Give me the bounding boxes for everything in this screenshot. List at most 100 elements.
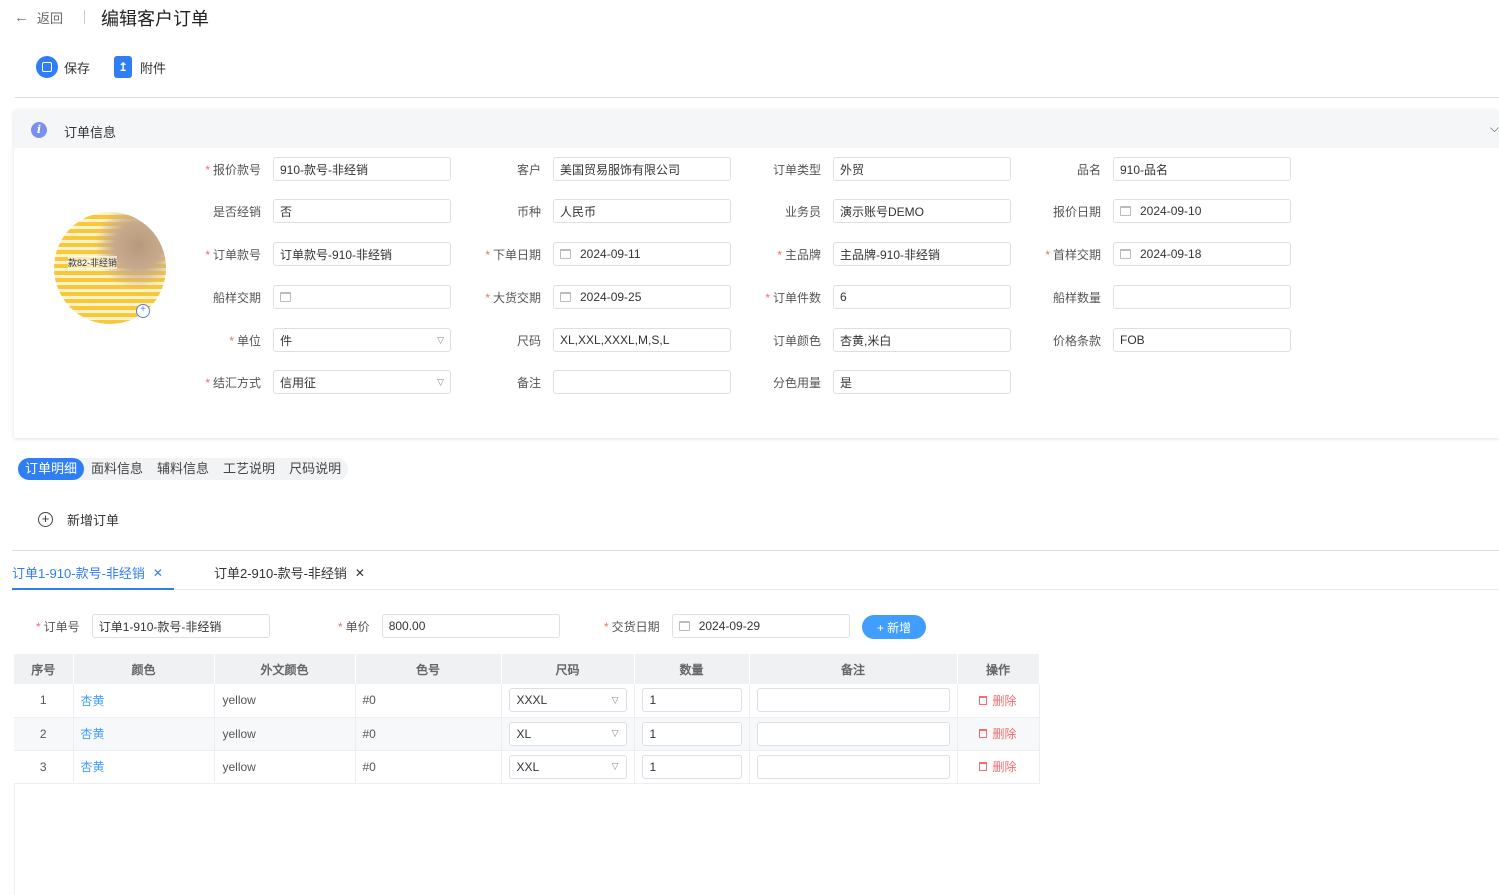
divider xyxy=(15,97,1499,98)
order-info-title: 订单信息 xyxy=(64,125,117,140)
product-name-input[interactable]: 910-品名 xyxy=(1113,157,1291,181)
field-price-terms: 价格条款 FOB xyxy=(1041,328,1291,352)
qty-input[interactable]: 1 xyxy=(641,721,742,746)
delivery-date-picker[interactable]: 2024-09-29 xyxy=(671,614,850,638)
unit-select[interactable]: 件 ▽ xyxy=(273,328,451,352)
order-qty-input[interactable]: 6 xyxy=(833,285,1011,309)
field-main-brand: * 主品牌 主品牌-910-非经销 xyxy=(761,242,1011,266)
product-image-label: 款82-非经销 xyxy=(68,256,118,269)
field-first-sample-date: * 首样交期 2024-09-18 xyxy=(1041,242,1291,266)
order-color-input[interactable]: 杏黄,米白 xyxy=(833,328,1011,352)
customer-input[interactable]: 美国贸易服饰有限公司 xyxy=(553,157,731,181)
color-link[interactable]: 杏黄 xyxy=(73,684,215,718)
calendar-icon xyxy=(280,292,291,302)
size-select[interactable]: XL ▽ xyxy=(508,721,627,746)
active-tab-indicator xyxy=(12,588,174,590)
bulk-date-picker[interactable]: 2024-09-25 xyxy=(553,285,731,309)
ship-sample-qty-input[interactable] xyxy=(1113,285,1291,309)
col-header-color: 颜色 xyxy=(73,654,215,684)
field-currency: 币种 人民币 xyxy=(481,199,731,223)
order-info-header[interactable]: i 订单信息 ⌵ xyxy=(14,110,1499,148)
tab-fabric-info[interactable]: 面料信息 xyxy=(84,458,150,480)
first-sample-date-picker[interactable]: 2024-09-18 xyxy=(1113,242,1291,266)
qty-input[interactable]: 1 xyxy=(641,754,742,779)
field-delivery-date: * 交货日期 2024-09-29 xyxy=(604,614,850,638)
currency-input[interactable]: 人民币 xyxy=(553,199,731,223)
col-header-qty: 数量 xyxy=(634,654,750,684)
toolbar: 保存 ↥ 附件 xyxy=(36,56,190,78)
section-tabs: 订单明细 面料信息 辅料信息 工艺说明 尺码说明 xyxy=(18,458,349,480)
ship-sample-date-picker[interactable] xyxy=(273,285,451,309)
price-terms-input[interactable]: FOB xyxy=(1113,328,1291,352)
color-link[interactable]: 杏黄 xyxy=(73,717,215,751)
tab-accessory-info[interactable]: 辅料信息 xyxy=(150,458,216,480)
field-quote-style: * 报价款号 910-款号-非经销 xyxy=(201,157,451,181)
field-bulk-date: * 大货交期 2024-09-25 xyxy=(481,285,731,309)
chevron-down-icon: ▽ xyxy=(611,761,619,771)
delete-button[interactable]: 删除 xyxy=(965,758,1032,775)
size-input[interactable]: XL,XXL,XXXL,M,S,L xyxy=(553,328,731,352)
col-header-no: 序号 xyxy=(14,654,74,684)
delete-button[interactable]: 删除 xyxy=(965,692,1032,709)
field-quote-date: 报价日期 2024-09-10 xyxy=(1041,199,1291,223)
remark-input[interactable] xyxy=(756,754,950,779)
unit-price-input[interactable]: 800.00 xyxy=(381,614,560,638)
quote-style-input[interactable]: 910-款号-非经销 xyxy=(273,157,451,181)
order-tab-1[interactable]: 订单1-910-款号-非经销 ✕ xyxy=(12,563,163,582)
field-order-qty: * 订单件数 6 xyxy=(761,285,1011,309)
table-row: 2 杏黄 yellow #0 XL ▽ 1 删除 xyxy=(14,717,1040,751)
attachment-label: 附件 xyxy=(140,60,167,76)
chevron-down-icon: ▽ xyxy=(611,728,619,738)
field-order-style: * 订单款号 订单款号-910-非经销 xyxy=(201,242,451,266)
qty-input[interactable]: 1 xyxy=(641,688,742,713)
table-border xyxy=(14,784,15,895)
field-is-distribution: 是否经销 否 xyxy=(201,199,451,223)
calendar-icon xyxy=(560,292,571,302)
close-icon[interactable]: ✕ xyxy=(153,566,163,580)
field-ship-sample-date: 船样交期 xyxy=(201,285,451,309)
size-select[interactable]: XXXL ▽ xyxy=(508,688,627,713)
delete-button[interactable]: 删除 xyxy=(965,725,1032,742)
order-style-input[interactable]: 订单款号-910-非经销 xyxy=(273,242,451,266)
trash-icon xyxy=(979,695,988,705)
add-row-button[interactable]: + 新增 xyxy=(862,615,926,639)
size-select[interactable]: XXL ▽ xyxy=(508,754,627,779)
back-button[interactable]: ← 返回 xyxy=(14,8,63,27)
remark-input[interactable] xyxy=(553,370,731,394)
back-label: 返回 xyxy=(37,11,64,26)
chevron-down-icon: ▽ xyxy=(611,694,619,705)
remark-input[interactable] xyxy=(756,721,950,746)
field-order-color: 订单颜色 杏黄,米白 xyxy=(761,328,1011,352)
header-divider xyxy=(84,10,85,24)
order-tab-2[interactable]: 订单2-910-款号-非经销 ✕ xyxy=(214,563,365,582)
attachment-button[interactable]: ↥ 附件 xyxy=(114,56,166,78)
field-salesman: 业务员 演示账号DEMO xyxy=(761,199,1011,223)
chevron-down-icon[interactable]: ⌵ xyxy=(1490,121,1499,136)
order-type-input[interactable]: 外贸 xyxy=(833,157,1011,181)
tab-underline xyxy=(12,589,1499,590)
close-icon[interactable]: ✕ xyxy=(355,566,365,580)
main-brand-input[interactable]: 主品牌-910-非经销 xyxy=(833,242,1011,266)
col-header-foreign-color: 外文颜色 xyxy=(214,654,356,684)
order-no-input[interactable]: 订单1-910-款号-非经销 xyxy=(91,614,270,638)
color-link[interactable]: 杏黄 xyxy=(73,750,215,784)
save-button[interactable]: 保存 xyxy=(36,56,90,78)
remark-input[interactable] xyxy=(756,688,950,713)
add-order-button[interactable]: + 新增订单 xyxy=(38,510,119,529)
tab-order-details[interactable]: 订单明细 xyxy=(18,458,85,480)
chevron-down-icon: ▽ xyxy=(437,376,444,387)
calendar-icon xyxy=(1120,206,1131,216)
order-date-picker[interactable]: 2024-09-11 xyxy=(553,242,731,266)
field-settlement: * 结汇方式 信用征 ▽ xyxy=(201,370,451,394)
settlement-select[interactable]: 信用征 ▽ xyxy=(273,370,451,394)
tab-process-notes[interactable]: 工艺说明 xyxy=(216,458,282,480)
color-usage-input[interactable]: 是 xyxy=(833,370,1011,394)
salesman-input[interactable]: 演示账号DEMO xyxy=(833,199,1011,223)
field-unit: * 单位 件 ▽ xyxy=(201,328,451,352)
field-color-usage: 分色用量 是 xyxy=(761,370,1011,394)
is-distribution-input[interactable]: 否 xyxy=(273,199,451,223)
quote-date-picker[interactable]: 2024-09-10 xyxy=(1113,199,1291,223)
calendar-icon xyxy=(1120,249,1131,259)
tab-size-notes[interactable]: 尺码说明 xyxy=(282,458,348,480)
zoom-in-icon[interactable]: + xyxy=(136,304,150,318)
